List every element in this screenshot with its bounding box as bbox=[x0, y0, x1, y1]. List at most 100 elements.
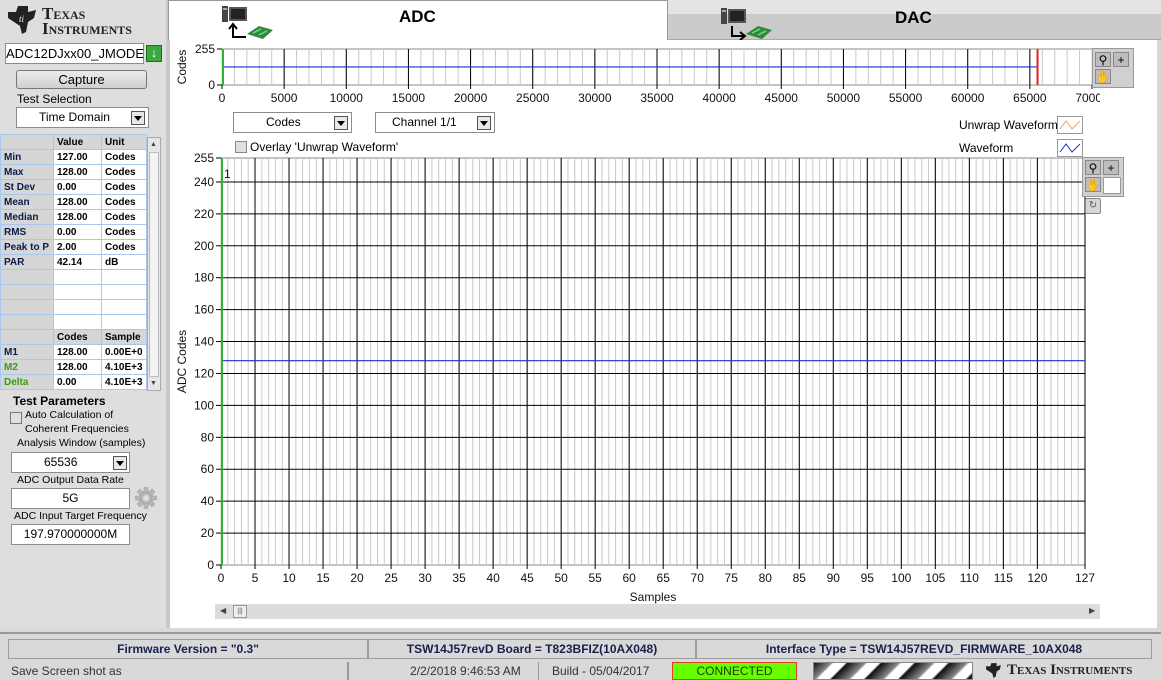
download-arrow-icon: ↓ bbox=[150, 45, 158, 60]
marker-samples: 0.00E+0 bbox=[101, 344, 147, 360]
scroll-down-icon[interactable]: ▼ bbox=[150, 380, 157, 387]
analysis-window-value: 65536 bbox=[44, 455, 78, 469]
x-tick-label: 15 bbox=[316, 571, 330, 585]
channel-dropdown[interactable]: Channel 1/1 bbox=[375, 112, 495, 133]
y-tick-label: 240 bbox=[194, 175, 214, 189]
load-device-button[interactable]: ↓ bbox=[146, 45, 162, 62]
x-tick-label: 5000 bbox=[271, 91, 298, 105]
stats-table-container: Value Unit Min 127.00 Codes Max 128.00 Codes… bbox=[0, 134, 147, 390]
cursor-label: 1 bbox=[224, 167, 231, 181]
target-freq-input[interactable]: 197.970000000M bbox=[11, 524, 130, 545]
units-value: Codes bbox=[266, 115, 301, 129]
scroll-thumb[interactable]: ||| bbox=[233, 605, 247, 618]
auto-calc-checkbox[interactable] bbox=[10, 412, 22, 424]
stat-value: 128.00 bbox=[53, 209, 102, 225]
tab-dac[interactable]: DAC bbox=[668, 0, 1161, 40]
marker-label: M1 bbox=[0, 344, 54, 360]
capture-button[interactable]: Capture bbox=[16, 70, 147, 89]
stats-row: PAR 42.14 dB bbox=[0, 254, 147, 270]
cursor-crosshair-icon[interactable]: + bbox=[1103, 160, 1119, 175]
stats-table: Value Unit Min 127.00 Codes Max 128.00 Codes… bbox=[0, 134, 147, 390]
x-tick-label: 50000 bbox=[827, 91, 861, 105]
x-tick-label: 10 bbox=[282, 571, 296, 585]
stats-header-label bbox=[0, 134, 54, 150]
overview-graph-palette: ⚲ + ✋ bbox=[1092, 48, 1134, 88]
x-tick-label: 90 bbox=[827, 571, 841, 585]
stat-label: Min bbox=[0, 149, 54, 165]
stats-row: Median 128.00 Codes bbox=[0, 209, 147, 225]
overview-chart[interactable]: 0 5000 10000 15000 20000 25000 30000 35000 40000… bbox=[170, 40, 1100, 110]
data-rate-label: ADC Output Data Rate bbox=[17, 474, 124, 486]
x-tick-label: 30000 bbox=[578, 91, 612, 105]
chart-horizontal-scrollbar[interactable]: ◀ ||| ▶ bbox=[215, 604, 1100, 619]
cursor-crosshair-icon[interactable]: + bbox=[1113, 52, 1129, 67]
test-selection-label: Test Selection bbox=[17, 92, 92, 106]
x-tick-label: 30 bbox=[418, 571, 432, 585]
x-tick-label: 65 bbox=[657, 571, 671, 585]
marker-samples: 4.10E+3 bbox=[101, 374, 147, 390]
auto-calc-label-2: Coherent Frequencies bbox=[25, 423, 129, 435]
x-tick-label: 15000 bbox=[392, 91, 426, 105]
stat-label: Max bbox=[0, 164, 54, 180]
x-tick-label: 55000 bbox=[889, 91, 923, 105]
test-parameters-title: Test Parameters bbox=[13, 394, 106, 408]
pan-hand-icon[interactable]: ✋ bbox=[1095, 69, 1111, 84]
x-tick-label: 25 bbox=[384, 571, 398, 585]
marker-header-row: Codes Sample bbox=[0, 329, 147, 345]
target-freq-label: ADC Input Target Frequency bbox=[14, 510, 147, 522]
marker-codes: 128.00 bbox=[53, 359, 102, 375]
left-panel: ti Texas Instruments ADC12DJxx00_JMODE ↓… bbox=[0, 0, 168, 628]
stats-empty-row bbox=[0, 314, 147, 330]
x-tick-label: 20 bbox=[350, 571, 364, 585]
ti-logo: ti Texas Instruments bbox=[6, 2, 156, 40]
scroll-left-icon[interactable]: ◀ bbox=[220, 606, 226, 615]
status-divider bbox=[538, 662, 539, 680]
scroll-right-icon[interactable]: ▶ bbox=[1089, 606, 1095, 615]
time-domain-chart[interactable]: 0 5 10 15 20 25 30 35 40 45 50 55 60 65 70 75 80 85 90 95 10… bbox=[170, 145, 1105, 605]
y-tick-label: 120 bbox=[194, 366, 214, 380]
marker-header-codes: Codes bbox=[53, 329, 102, 345]
stat-value: 128.00 bbox=[53, 194, 102, 210]
stat-label: Median bbox=[0, 209, 54, 225]
x-tick-label: 25000 bbox=[516, 91, 550, 105]
chevron-down-icon bbox=[131, 111, 145, 125]
scroll-thumb[interactable] bbox=[149, 152, 159, 377]
y-tick-label: 60 bbox=[201, 462, 215, 476]
dac-generate-icon bbox=[721, 8, 772, 40]
x-tick-label: 70 bbox=[691, 571, 705, 585]
y-axis-label: ADC Codes bbox=[175, 330, 189, 393]
tab-adc[interactable]: ADC bbox=[168, 0, 668, 40]
main-graph-palette: ⚲ + ✋ bbox=[1082, 157, 1124, 197]
busy-indicator bbox=[813, 662, 973, 680]
scroll-up-icon[interactable]: ▲ bbox=[150, 141, 157, 148]
timestamp: 2/2/2018 9:46:53 AM bbox=[410, 664, 521, 678]
legend-unwrap-swatch[interactable] bbox=[1057, 116, 1083, 134]
analysis-window-dropdown[interactable]: 65536 bbox=[11, 452, 130, 473]
save-screenshot-link[interactable]: Save Screen shot as bbox=[11, 662, 122, 680]
x-axis-label: Samples bbox=[630, 590, 677, 604]
data-rate-input[interactable]: 5G bbox=[11, 488, 130, 509]
zoom-tool-icon[interactable]: ⚲ bbox=[1085, 160, 1101, 175]
units-dropdown[interactable]: Codes bbox=[233, 112, 352, 133]
zoom-tool-icon[interactable]: ⚲ bbox=[1095, 52, 1111, 67]
stats-scrollbar[interactable]: ▲ ▼ bbox=[147, 137, 161, 391]
main-right-border bbox=[1157, 40, 1161, 628]
x-tick-label: 70000 bbox=[1075, 91, 1100, 105]
x-tick-label: 127 bbox=[1075, 571, 1095, 585]
device-select[interactable]: ADC12DJxx00_JMODE bbox=[5, 43, 144, 64]
gear-icon[interactable] bbox=[135, 487, 157, 509]
stat-label: Peak to P bbox=[0, 239, 54, 255]
pan-hand-icon[interactable]: ✋ bbox=[1085, 177, 1101, 192]
marker-row: Delta 0.00 4.10E+3 bbox=[0, 374, 147, 390]
build-date: Build - 05/04/2017 bbox=[552, 664, 650, 678]
stats-row: Mean 128.00 Codes bbox=[0, 194, 147, 210]
test-selection-dropdown[interactable]: Time Domain bbox=[16, 107, 149, 128]
legend-unwrap-waveform[interactable]: Unwrap Waveform bbox=[959, 118, 1058, 132]
stat-value: 128.00 bbox=[53, 164, 102, 180]
stats-row: Max 128.00 Codes bbox=[0, 164, 147, 180]
stats-row: Peak to P 2.00 Codes bbox=[0, 239, 147, 255]
adc-capture-icon bbox=[222, 6, 273, 39]
autoscale-icon[interactable]: ↻ bbox=[1085, 198, 1101, 214]
x-tick-label: 45 bbox=[520, 571, 534, 585]
stat-unit: Codes bbox=[101, 179, 147, 195]
